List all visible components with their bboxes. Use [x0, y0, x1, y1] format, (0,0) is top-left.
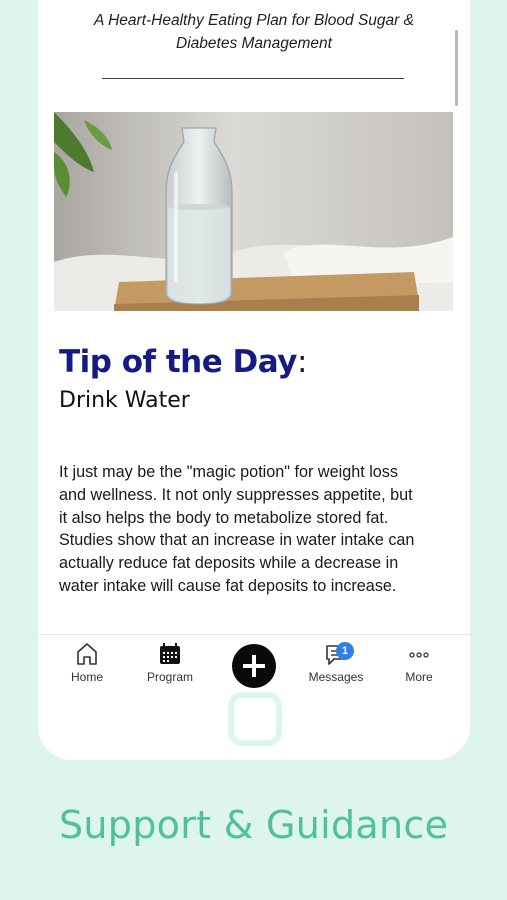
tip-heading-colon: : [296, 344, 307, 380]
tab-home-label: Home [70, 670, 103, 684]
tab-program-label: Program [146, 670, 193, 684]
article-title: A Heart-Healthy Eating Plan for Blood Su… [94, 12, 414, 52]
tab-more-label: More [405, 670, 433, 684]
plus-icon [243, 655, 265, 677]
tab-home[interactable]: Home [47, 641, 127, 684]
tab-more[interactable]: More [379, 641, 459, 684]
title-divider [102, 78, 404, 79]
phone-screen: A Heart-Healthy Eating Plan for Blood Su… [38, 0, 470, 760]
support-caption: Support & Guidance [59, 803, 449, 847]
tab-messages-label: Messages [308, 670, 364, 684]
calendar-icon [160, 643, 180, 664]
tip-heading: Tip of the Day: [59, 344, 307, 380]
tab-program[interactable]: Program [130, 641, 210, 684]
more-dots-icon [409, 652, 429, 658]
tip-body-text: It just may be the "magic potion" for we… [59, 463, 415, 595]
scrollbar[interactable] [455, 30, 458, 106]
add-button[interactable] [232, 644, 276, 688]
messages-badge: 1 [336, 642, 354, 660]
water-carafe-image [54, 112, 453, 311]
home-indicator[interactable] [228, 692, 282, 746]
tip-heading-text: Tip of the Day [59, 344, 297, 380]
tip-subtitle: Drink Water [59, 388, 190, 413]
home-icon [77, 643, 97, 665]
